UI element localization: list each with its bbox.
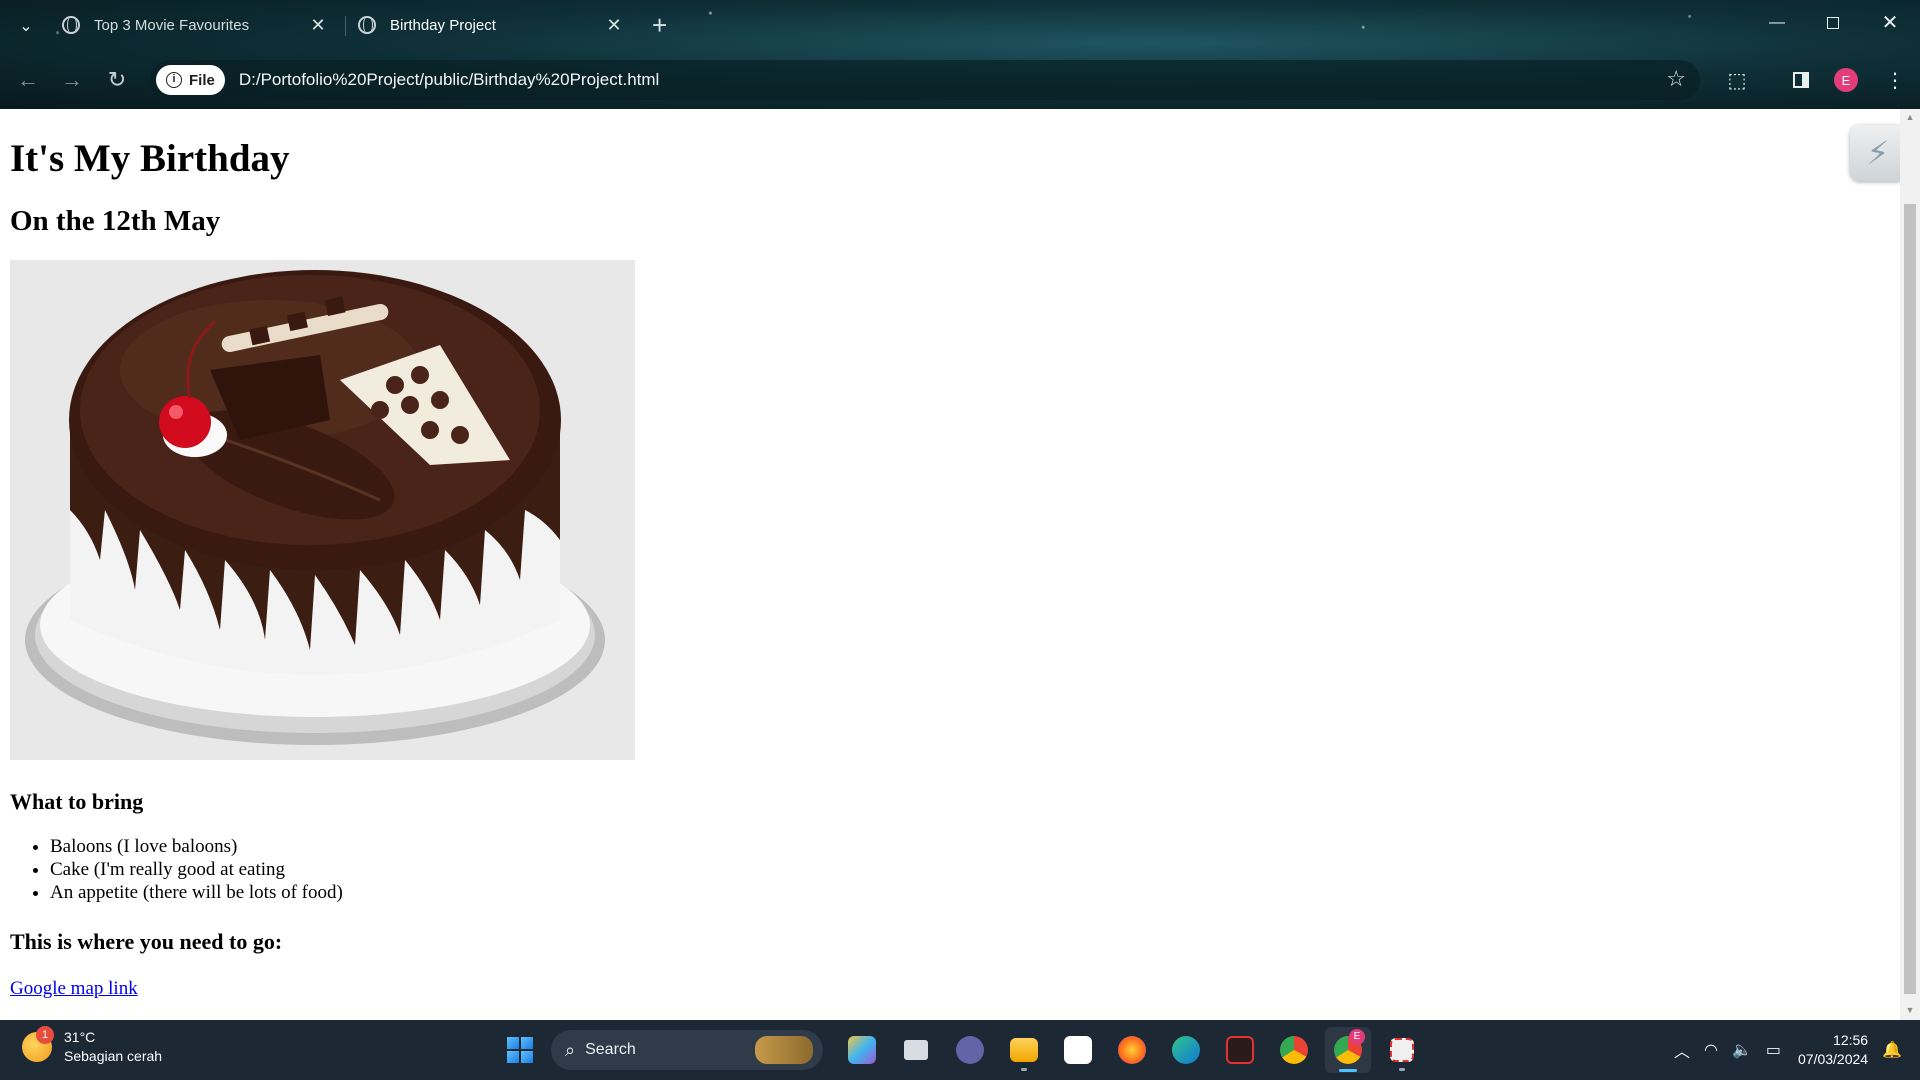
file-explorer-icon[interactable]	[1001, 1027, 1047, 1073]
google-map-link[interactable]: Google map link	[10, 978, 138, 1000]
search-icon: ⌕	[565, 1039, 576, 1060]
tab-title: Birthday Project	[390, 16, 496, 34]
chrome-profile-badge: E	[1349, 1029, 1365, 1045]
side-panel-icon[interactable]	[1786, 65, 1816, 95]
chocolate-cake-illustration	[10, 260, 635, 760]
profile-avatar[interactable]: E	[1834, 68, 1858, 92]
page-title: It's My Birthday	[10, 137, 290, 180]
browser-menu-icon[interactable]: ⋮	[1880, 65, 1910, 95]
tab-search-dropdown-icon[interactable]: ⌄	[12, 12, 40, 40]
page-viewport: It's My Birthday On the 12th May What to…	[0, 109, 1920, 1020]
battery-icon[interactable]: ▭	[1766, 1040, 1781, 1060]
show-hidden-icons-chevron-icon[interactable]: ︿	[1674, 1038, 1690, 1062]
restore-button[interactable]	[1813, 8, 1853, 38]
tab-strip: ⌄ Top 3 Movie Favourites ✕ Birthday Proj…	[0, 0, 1920, 50]
reload-button[interactable]: ↻	[101, 64, 133, 96]
minimize-button[interactable]: —	[1757, 8, 1797, 38]
where-to-go-heading: This is where you need to go:	[10, 929, 283, 954]
site-info-chip[interactable]: i File	[156, 65, 225, 95]
url-text[interactable]: D:/Portofolio%20Project/public/Birthday%…	[239, 70, 659, 90]
edge-icon[interactable]	[1163, 1027, 1209, 1073]
bookmark-star-icon[interactable]: ☆	[1666, 66, 1686, 92]
chrome-profile-icon[interactable]: E	[1325, 1027, 1371, 1073]
page-content: It's My Birthday On the 12th May What to…	[0, 136, 1920, 1000]
task-view-icon[interactable]	[893, 1027, 939, 1073]
bring-list: Baloons (I love baloons) Cake (I'm reall…	[10, 835, 1910, 904]
new-tab-button[interactable]: +	[652, 10, 667, 40]
meet-icon[interactable]	[947, 1027, 993, 1073]
lightning-icon: ⚡	[1866, 135, 1890, 171]
info-icon: i	[166, 72, 182, 88]
site-chip-label: File	[189, 71, 215, 89]
tab-close-icon[interactable]: ✕	[604, 15, 624, 36]
weather-badge: 1	[36, 1026, 54, 1044]
snipping-tool-icon[interactable]	[1379, 1027, 1425, 1073]
what-to-bring-heading: What to bring	[10, 789, 144, 814]
extensions-icon[interactable]: ⬚	[1722, 65, 1752, 95]
clock-date: 07/03/2024	[1798, 1051, 1869, 1067]
clock[interactable]: 12:56 07/03/2024	[1798, 1031, 1868, 1069]
scroll-thumb[interactable]	[1904, 204, 1916, 994]
tab-top-3-movie-favourites[interactable]: Top 3 Movie Favourites ✕	[50, 8, 340, 42]
volume-icon[interactable]: 🔈	[1732, 1040, 1752, 1060]
firefox-icon[interactable]	[1109, 1027, 1155, 1073]
globe-icon	[62, 16, 80, 34]
forward-button[interactable]: →	[56, 64, 88, 96]
browser-chrome: ⌄ Top 3 Movie Favourites ✕ Birthday Proj…	[0, 0, 1920, 109]
weather-widget[interactable]: 1 31°C Sebagian cerah	[22, 1026, 163, 1066]
clock-time: 12:56	[1833, 1032, 1869, 1048]
search-label: Search	[585, 1041, 636, 1058]
weather-description: Sebagian cerah	[64, 1048, 163, 1064]
taskbar-search[interactable]: ⌕ Search	[551, 1030, 823, 1070]
back-button[interactable]: ←	[12, 64, 44, 96]
tab-birthday-project[interactable]: Birthday Project ✕	[346, 8, 636, 42]
tab-title: Top 3 Movie Favourites	[94, 16, 250, 34]
close-window-button[interactable]: ✕	[1870, 8, 1910, 38]
search-highlight-image	[755, 1036, 813, 1064]
cake-image	[10, 260, 635, 760]
list-item: An appetite (there will be lots of food)	[50, 881, 1910, 904]
list-item: Baloons (I love baloons)	[50, 835, 1910, 858]
notification-bell-icon[interactable]: 🔔	[1882, 1040, 1902, 1060]
system-tray: ︿ ◠ 🔈 ▭ 12:56 07/03/2024 🔔	[1667, 1020, 1920, 1080]
vertical-scrollbar[interactable]: ▲ ▼	[1900, 109, 1920, 1020]
taskbar-apps: ⌕ Search E	[497, 1026, 1429, 1074]
list-item: Cake (I'm really good at eating	[50, 858, 1910, 881]
globe-icon	[358, 16, 376, 34]
restore-icon	[1827, 16, 1839, 29]
store-icon[interactable]	[1055, 1027, 1101, 1073]
start-button[interactable]	[497, 1027, 543, 1073]
recorder-icon[interactable]	[1217, 1027, 1263, 1073]
chrome-icon[interactable]	[1271, 1027, 1317, 1073]
windows-logo-icon	[507, 1037, 533, 1063]
weather-temperature: 31°C	[64, 1029, 96, 1045]
wifi-icon[interactable]: ◠	[1704, 1040, 1718, 1060]
browser-toolbar: ← → ↻ i File D:/Portofolio%20Project/pub…	[0, 58, 1920, 102]
scroll-down-arrow-icon[interactable]: ▼	[1904, 1005, 1916, 1017]
scroll-up-arrow-icon[interactable]: ▲	[1904, 112, 1916, 124]
weather-sun-icon: 1	[22, 1026, 54, 1062]
floating-extension-button[interactable]: ⚡	[1850, 125, 1906, 181]
date-heading: On the 12th May	[10, 205, 221, 237]
copilot-icon[interactable]	[839, 1027, 885, 1073]
windows-taskbar: 1 31°C Sebagian cerah ⌕ Search E ︿ ◠ 🔈 ▭…	[0, 1020, 1920, 1080]
address-bar[interactable]: i File D:/Portofolio%20Project/public/Bi…	[150, 60, 1700, 100]
tab-close-icon[interactable]: ✕	[308, 15, 328, 36]
